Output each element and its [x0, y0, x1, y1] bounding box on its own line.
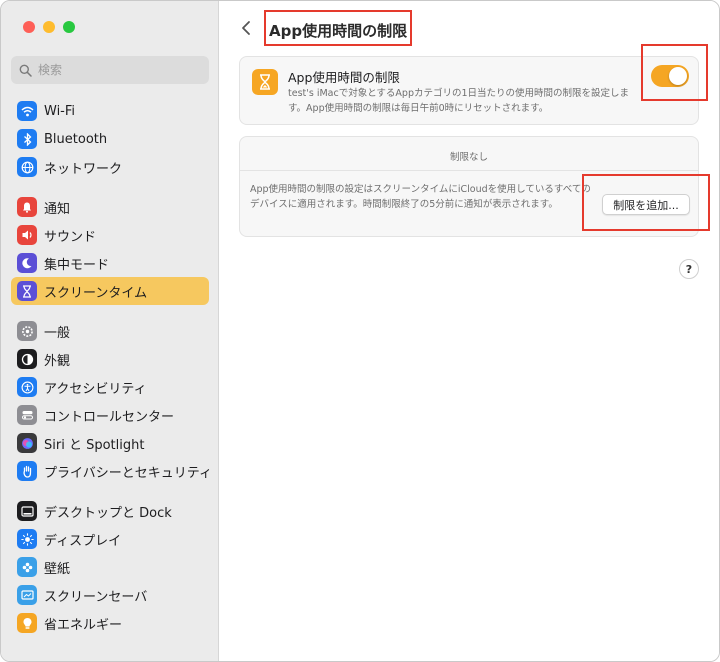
sidebar-item-label: ディスプレイ — [44, 533, 122, 549]
settings-window: Wi-FiBluetoothネットワーク通知サウンド集中モードスクリーンタイム一… — [0, 0, 720, 662]
chevron-left-icon — [242, 21, 250, 35]
sidebar-item-label: プライバシーとセキュリティ — [44, 465, 212, 481]
sidebar-item[interactable]: 壁紙 — [11, 553, 209, 581]
lightbulb-icon — [17, 613, 37, 633]
sidebar-item-label: 通知 — [44, 201, 71, 217]
sidebar-group: 一般外観アクセシビリティコントロールセンター Siri と Spotlight プラ… — [11, 317, 212, 485]
moon-icon — [17, 253, 37, 273]
siri-icon — [17, 433, 37, 453]
sidebar-item-label: Wi-Fi — [44, 103, 76, 119]
sidebar-item[interactable]: アクセシビリティ — [11, 373, 209, 401]
sidebar-item-label: スクリーンセーバ — [44, 589, 148, 605]
sidebar-item[interactable]: プライバシーとセキュリティ — [11, 457, 212, 485]
sidebar-item-label: スクリーンタイム — [44, 285, 148, 301]
sidebar-item-label: 一般 — [44, 325, 71, 341]
sidebar-item[interactable]: スクリーンタイム — [11, 277, 209, 305]
hand-icon — [17, 461, 37, 481]
sidebar-group: Wi-Fi Bluetooth ネットワーク — [11, 97, 209, 181]
sidebar-item[interactable]: 省エネルギー — [11, 609, 209, 637]
help-button[interactable]: ? — [679, 259, 699, 279]
appearance-icon — [17, 349, 37, 369]
sidebar-item[interactable]: Wi-Fi — [11, 97, 209, 125]
sidebar-item[interactable]: 集中モード — [11, 249, 209, 277]
speaker-icon — [17, 225, 37, 245]
wallpaper-icon — [17, 557, 37, 577]
sidebar-item-label: デスクトップと Dock — [44, 505, 172, 521]
sidebar-item[interactable]: 外観 — [11, 345, 209, 373]
sidebar-nav: Wi-Fi Bluetooth ネットワーク 通知 サウンド 集中モード スクリーンタイム一… — [11, 97, 212, 649]
empty-limits-text: 制限なし — [449, 152, 488, 163]
search-input[interactable] — [38, 63, 198, 77]
sidebar-item-label: Bluetooth — [44, 131, 108, 147]
limits-description: App使用時間の制限の設定はスクリーンタイムにiCloudを使用しているすべての… — [250, 184, 591, 210]
close-window-button[interactable] — [23, 21, 35, 33]
sidebar-item-label: アクセシビリティ — [44, 381, 147, 397]
search-field[interactable] — [11, 56, 209, 84]
bluetooth-icon — [17, 129, 37, 149]
wifi-icon — [17, 101, 37, 121]
control-center-icon — [17, 405, 37, 425]
sidebar-item[interactable]: デスクトップと Dock — [11, 497, 209, 525]
sidebar-item[interactable]: ネットワーク — [11, 153, 209, 181]
sidebar-group: 通知サウンド集中モードスクリーンタイム — [11, 193, 209, 305]
magnifier-icon — [17, 62, 33, 78]
add-button-highlight-box — [582, 174, 710, 231]
toggle-highlight-box — [641, 44, 708, 101]
sidebar-item-label: 壁紙 — [44, 561, 71, 577]
sidebar-item[interactable]: サウンド — [11, 221, 209, 249]
hourglass-icon — [17, 281, 37, 301]
screensaver-icon — [17, 585, 37, 605]
gear-icon — [17, 321, 37, 341]
title-highlight-box — [264, 10, 412, 46]
sidebar-item-label: 外観 — [44, 353, 71, 369]
sidebar-item-label: Siri と Spotlight — [44, 437, 145, 453]
traffic-lights — [23, 21, 75, 33]
globe-icon — [17, 157, 37, 177]
sidebar-item-label: ネットワーク — [44, 161, 123, 177]
back-button[interactable] — [238, 17, 254, 39]
sidebar-item[interactable]: 通知 — [11, 193, 209, 221]
sidebar-item[interactable]: Bluetooth — [11, 125, 209, 153]
zoom-window-button[interactable] — [63, 21, 75, 33]
sidebar: Wi-FiBluetoothネットワーク通知サウンド集中モードスクリーンタイム一… — [1, 1, 219, 661]
limit-card-description: test's iMacで対象とするAppカテゴリの1日当たりの使用時間の制限を設… — [288, 88, 630, 114]
limit-toggle-card: App使用時間の制限 test's iMacで対象とするAppカテゴリの1日当た… — [239, 56, 699, 125]
main-pane: App使用時間の制限 App使用時間の制限 test's iMacで対象とするA… — [220, 1, 719, 661]
sidebar-item[interactable]: Siri と Spotlight — [11, 429, 209, 457]
sidebar-item[interactable]: コントロールセンター — [11, 401, 209, 429]
sidebar-item[interactable]: ディスプレイ — [11, 525, 209, 553]
sidebar-item[interactable]: スクリーンセーバ — [11, 581, 209, 609]
sidebar-item-label: 省エネルギー — [44, 617, 123, 633]
sidebar-item-label: 集中モード — [44, 257, 110, 273]
sun-icon — [17, 529, 37, 549]
sidebar-item-label: サウンド — [44, 229, 97, 245]
dock-icon — [17, 501, 37, 521]
sidebar-item[interactable]: 一般 — [11, 317, 209, 345]
sidebar-group: デスクトップと Dock ディスプレイ 壁紙スクリーンセーバ 省エネルギー — [11, 497, 209, 637]
limit-card-title: App使用時間の制限 — [288, 70, 400, 85]
accessibility-icon — [17, 377, 37, 397]
bell-icon — [17, 197, 37, 217]
minimize-window-button[interactable] — [43, 21, 55, 33]
divider — [240, 170, 698, 171]
sidebar-item-label: コントロールセンター — [44, 409, 175, 425]
hourglass-app-icon — [252, 69, 278, 95]
